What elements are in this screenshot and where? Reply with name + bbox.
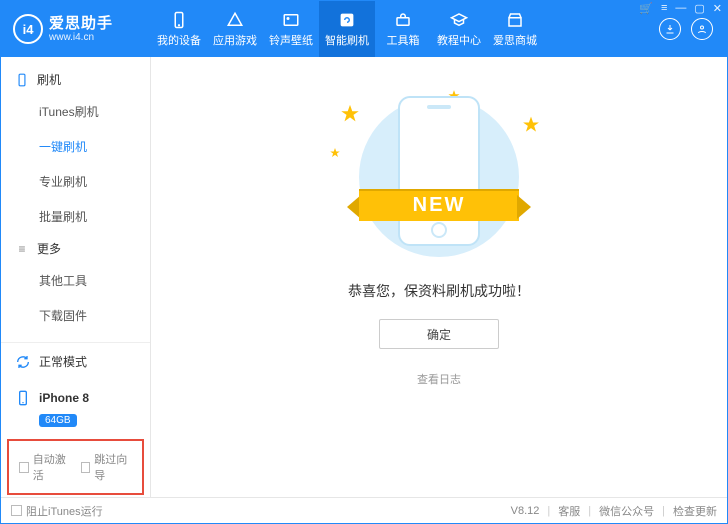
sidebar-group-flash: 刷机 [1, 65, 150, 94]
nav-tutorials[interactable]: 教程中心 [431, 1, 487, 57]
user-icon[interactable] [691, 18, 713, 40]
ok-button[interactable]: 确定 [379, 319, 499, 349]
sidebar-group-more: ≡ 更多 [1, 234, 150, 263]
sidebar-item-download-firmware[interactable]: 下载固件 [1, 298, 150, 333]
sidebar-item-other-tools[interactable]: 其他工具 [1, 263, 150, 298]
main-panel: NEW 恭喜您，保资料刷机成功啦！ 确定 查看日志 [151, 57, 727, 497]
nav-apps[interactable]: 应用游戏 [207, 1, 263, 57]
nav-flash[interactable]: 智能刷机 [319, 1, 375, 57]
version-label: V8.12 [511, 505, 540, 517]
title-bar: 🛒 ≡ — ▢ ✕ i4 爱思助手 www.i4.cn 我的设备 应用游戏 [1, 1, 727, 57]
logo-mark: i4 [13, 14, 43, 44]
ribbon-text: NEW [359, 189, 519, 221]
skip-wizard-checkbox[interactable]: 跳过向导 [81, 451, 133, 483]
device-mode-row[interactable]: 正常模式 [1, 343, 150, 380]
nav-label: 应用游戏 [213, 32, 257, 48]
device-name: iPhone 8 [39, 391, 89, 405]
auto-activate-checkbox[interactable]: 自动激活 [19, 451, 71, 483]
block-itunes-checkbox[interactable]: 阻止iTunes运行 [11, 503, 103, 519]
header-right-icons [659, 18, 727, 40]
refresh-icon [338, 11, 356, 29]
brand-title: 爱思助手 [49, 15, 113, 32]
minimize-button[interactable]: — [675, 2, 686, 15]
star-icon [339, 103, 361, 125]
download-icon[interactable] [659, 18, 681, 40]
nav-toolbox[interactable]: 工具箱 [375, 1, 431, 57]
close-button[interactable]: ✕ [713, 2, 722, 15]
phone-icon [170, 11, 188, 29]
nav-store[interactable]: 爱思商城 [487, 1, 543, 57]
check-update-link[interactable]: 检查更新 [673, 503, 717, 519]
cart-icon[interactable]: 🛒 [639, 2, 653, 15]
success-message: 恭喜您，保资料刷机成功啦！ [348, 281, 530, 301]
list-icon: ≡ [15, 242, 29, 256]
toolbox-icon [394, 11, 412, 29]
brand-logo: i4 爱思助手 www.i4.cn [1, 14, 151, 44]
phone-icon [15, 73, 29, 87]
nav-my-device[interactable]: 我的设备 [151, 1, 207, 57]
graduation-icon [450, 11, 468, 29]
sync-icon [15, 354, 31, 370]
status-bar: 阻止iTunes运行 V8.12 | 客服 | 微信公众号 | 检查更新 [1, 497, 727, 523]
nav-label: 我的设备 [157, 32, 201, 48]
nav-ringtones[interactable]: 铃声壁纸 [263, 1, 319, 57]
sidebar-item-batch-flash[interactable]: 批量刷机 [1, 199, 150, 234]
device-info-row[interactable]: iPhone 8 64GB [1, 380, 150, 437]
sidebar-item-pro-flash[interactable]: 专业刷机 [1, 164, 150, 199]
sidebar-group-label: 刷机 [37, 71, 61, 88]
sidebar-item-itunes-flash[interactable]: iTunes刷机 [1, 94, 150, 129]
phone-icon [15, 390, 31, 406]
nav-label: 爱思商城 [493, 32, 537, 48]
sidebar-item-oneclick-flash[interactable]: 一键刷机 [1, 129, 150, 164]
sidebar-group-label: 更多 [37, 240, 61, 257]
support-link[interactable]: 客服 [558, 503, 580, 519]
success-illustration: NEW [329, 87, 549, 267]
store-icon [506, 11, 524, 29]
window-controls: 🛒 ≡ — ▢ ✕ [639, 2, 722, 15]
new-ribbon: NEW [349, 181, 529, 229]
apps-icon [226, 11, 244, 29]
star-icon [521, 115, 541, 135]
view-log-link[interactable]: 查看日志 [417, 371, 461, 387]
sidebar-item-advanced[interactable]: 高级功能 [1, 333, 150, 342]
storage-badge: 64GB [39, 414, 77, 427]
wechat-link[interactable]: 微信公众号 [599, 503, 654, 519]
device-mode-label: 正常模式 [39, 353, 87, 370]
nav-label: 铃声壁纸 [269, 32, 313, 48]
bottom-checks-highlighted: 自动激活 跳过向导 [7, 439, 144, 495]
nav-label: 教程中心 [437, 32, 481, 48]
main-nav: 我的设备 应用游戏 铃声壁纸 智能刷机 工具箱 教程中心 [151, 1, 543, 57]
image-icon [282, 11, 300, 29]
brand-subtitle: www.i4.cn [49, 32, 113, 44]
maximize-button[interactable]: ▢ [694, 2, 704, 15]
sidebar: 刷机 iTunes刷机 一键刷机 专业刷机 批量刷机 ≡ 更多 其他工具 下载固… [1, 57, 151, 497]
star-icon [329, 147, 341, 159]
menu-icon[interactable]: ≡ [661, 2, 667, 15]
nav-label: 智能刷机 [325, 32, 369, 48]
nav-label: 工具箱 [387, 32, 420, 48]
